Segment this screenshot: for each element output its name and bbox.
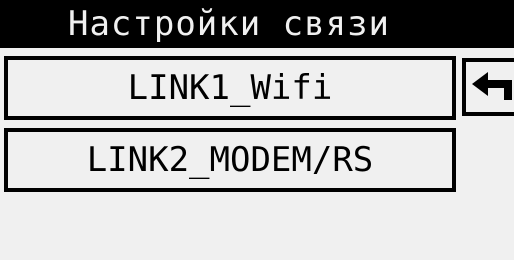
link1-wifi-button[interactable]: LINK1_Wifi [4, 56, 456, 120]
screen-title: Настройки связи [67, 4, 391, 44]
back-arrow-icon [472, 72, 512, 100]
back-button[interactable] [462, 58, 514, 116]
title-bar: Настройки связи [0, 0, 514, 48]
link2-modem-rs-button[interactable]: LINK2_MODEM/RS [4, 128, 456, 192]
